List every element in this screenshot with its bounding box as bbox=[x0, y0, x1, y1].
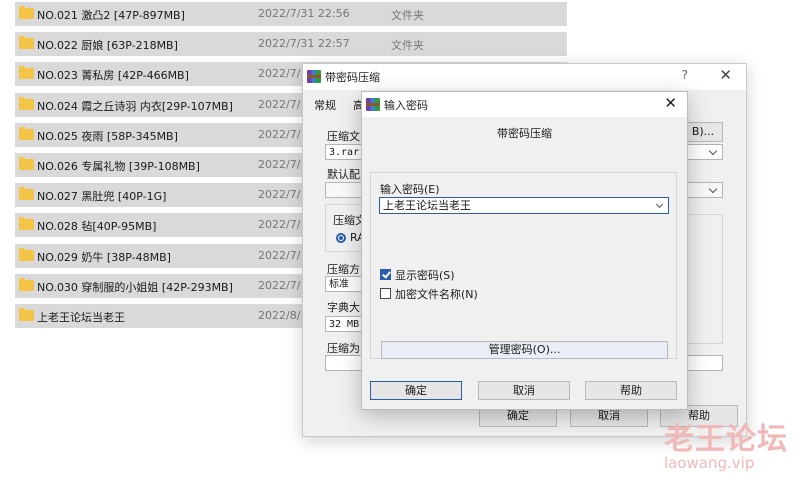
password-help-button[interactable]: 帮助 bbox=[585, 381, 677, 400]
browse-button[interactable]: B)... bbox=[683, 122, 723, 142]
chevron-down-icon bbox=[708, 184, 718, 194]
file-name: NO.024 霞之丘诗羽 内衣[29P-107MB] bbox=[37, 100, 233, 113]
winrar-icon bbox=[307, 70, 321, 83]
folder-icon bbox=[19, 278, 34, 291]
password-input[interactable]: 上老王论坛当老王 bbox=[379, 197, 669, 214]
help-icon[interactable]: ? bbox=[682, 68, 688, 82]
file-date: 2022/7/ bbox=[258, 98, 301, 111]
file-name: 上老王论坛当老王 bbox=[37, 311, 125, 324]
folder-icon bbox=[19, 66, 34, 79]
rar-radio[interactable] bbox=[336, 233, 346, 243]
watermark-url: laowang.vip bbox=[664, 454, 755, 472]
profile-field[interactable] bbox=[325, 182, 365, 198]
tab-general[interactable]: 常规 bbox=[314, 97, 336, 113]
file-name: NO.027 黑肚兜 [40P-1G] bbox=[37, 190, 167, 203]
method-field[interactable]: 标准 bbox=[325, 276, 365, 292]
encrypt-names-label: 加密文件名称(N) bbox=[395, 288, 478, 301]
watermark-title: 老王论坛 bbox=[664, 422, 788, 457]
dictionary-label: 字典大 bbox=[327, 301, 360, 314]
folder-icon bbox=[19, 157, 34, 170]
folder-icon bbox=[19, 248, 34, 261]
file-date: 2022/7/31 22:56 bbox=[258, 7, 350, 20]
password-dialog-titlebar[interactable]: 输入密码 ✕ bbox=[362, 92, 687, 117]
file-date: 2022/7/ bbox=[258, 188, 301, 201]
password-label: 输入密码(E) bbox=[380, 183, 440, 196]
default-profile-label: 默认配 bbox=[327, 168, 360, 181]
folder-icon bbox=[19, 308, 34, 321]
password-ok-button[interactable]: 确定 bbox=[370, 381, 462, 400]
file-date: 2022/7/ bbox=[258, 249, 301, 262]
dictionary-field[interactable]: 32 MB bbox=[325, 316, 365, 332]
file-name: NO.028 毡[40P-95MB] bbox=[37, 220, 157, 233]
split-field[interactable] bbox=[325, 355, 365, 371]
password-cancel-button[interactable]: 取消 bbox=[478, 381, 570, 400]
file-name: NO.025 夜雨 [58P-345MB] bbox=[37, 130, 178, 143]
file-name: NO.026 专属礼物 [39P-108MB] bbox=[37, 160, 200, 173]
split-unit-field[interactable] bbox=[683, 355, 723, 371]
options-group bbox=[683, 214, 723, 344]
show-password-label: 显示密码(S) bbox=[395, 269, 455, 282]
split-label: 压缩为 bbox=[327, 342, 360, 355]
winrar-icon bbox=[366, 98, 380, 111]
archive-name-field[interactable]: 3.rar bbox=[325, 144, 365, 160]
file-type: 文件夹 bbox=[391, 39, 424, 52]
archive-name-label: 压缩文 bbox=[327, 130, 360, 143]
folder-icon bbox=[19, 6, 34, 19]
chevron-down-icon[interactable] bbox=[655, 200, 664, 209]
manage-passwords-button[interactable]: 管理密码(O)... bbox=[381, 341, 668, 359]
file-name: NO.029 奶牛 [38P-48MB] bbox=[37, 251, 171, 264]
method-label: 压缩方 bbox=[327, 263, 360, 276]
update-mode-dropdown[interactable] bbox=[683, 182, 723, 198]
archive-dialog-titlebar[interactable]: 带密码压缩 ? ✕ bbox=[303, 64, 746, 90]
password-dialog-title: 输入密码 bbox=[384, 99, 428, 112]
folder-icon bbox=[19, 187, 34, 200]
file-date: 2022/7/ bbox=[258, 67, 301, 80]
archive-dialog-title: 带密码压缩 bbox=[325, 71, 380, 84]
folder-icon bbox=[19, 217, 34, 230]
password-dialog-heading: 带密码压缩 bbox=[497, 127, 552, 140]
file-date: 2022/7/ bbox=[258, 128, 301, 141]
file-date: 2022/7/ bbox=[258, 218, 301, 231]
folder-icon bbox=[19, 36, 34, 49]
file-date: 2022/7/ bbox=[258, 158, 301, 171]
show-password-checkbox[interactable] bbox=[380, 269, 391, 280]
archive-name-dropdown[interactable] bbox=[683, 144, 723, 160]
file-name: NO.021 激凸2 [47P-897MB] bbox=[37, 9, 185, 22]
file-type: 文件夹 bbox=[391, 9, 424, 22]
file-date: 2022/7/ bbox=[258, 279, 301, 292]
file-date: 2022/8/ bbox=[258, 309, 301, 322]
file-date: 2022/7/31 22:57 bbox=[258, 37, 350, 50]
folder-icon bbox=[19, 97, 34, 110]
file-row[interactable]: NO.022 厨娘 [63P-218MB] 2022/7/31 22:57 文件夹 bbox=[15, 32, 567, 56]
chevron-down-icon bbox=[708, 146, 718, 156]
file-name: NO.030 穿制服的小姐姐 [42P-293MB] bbox=[37, 281, 233, 294]
encrypt-names-checkbox[interactable] bbox=[380, 288, 391, 299]
close-icon[interactable]: ✕ bbox=[719, 66, 732, 84]
file-row[interactable]: NO.021 激凸2 [47P-897MB] 2022/7/31 22:56 文件夹 bbox=[15, 2, 567, 26]
file-name: NO.023 菁私房 [42P-466MB] bbox=[37, 69, 189, 82]
close-icon[interactable]: ✕ bbox=[664, 94, 677, 112]
password-dialog: 输入密码 ✕ 带密码压缩 输入密码(E) 上老王论坛当老王 显示密码(S) 加密… bbox=[361, 91, 688, 410]
password-input-value: 上老王论坛当老王 bbox=[383, 199, 471, 212]
file-name: NO.022 厨娘 [63P-218MB] bbox=[37, 39, 178, 52]
folder-icon bbox=[19, 127, 34, 140]
